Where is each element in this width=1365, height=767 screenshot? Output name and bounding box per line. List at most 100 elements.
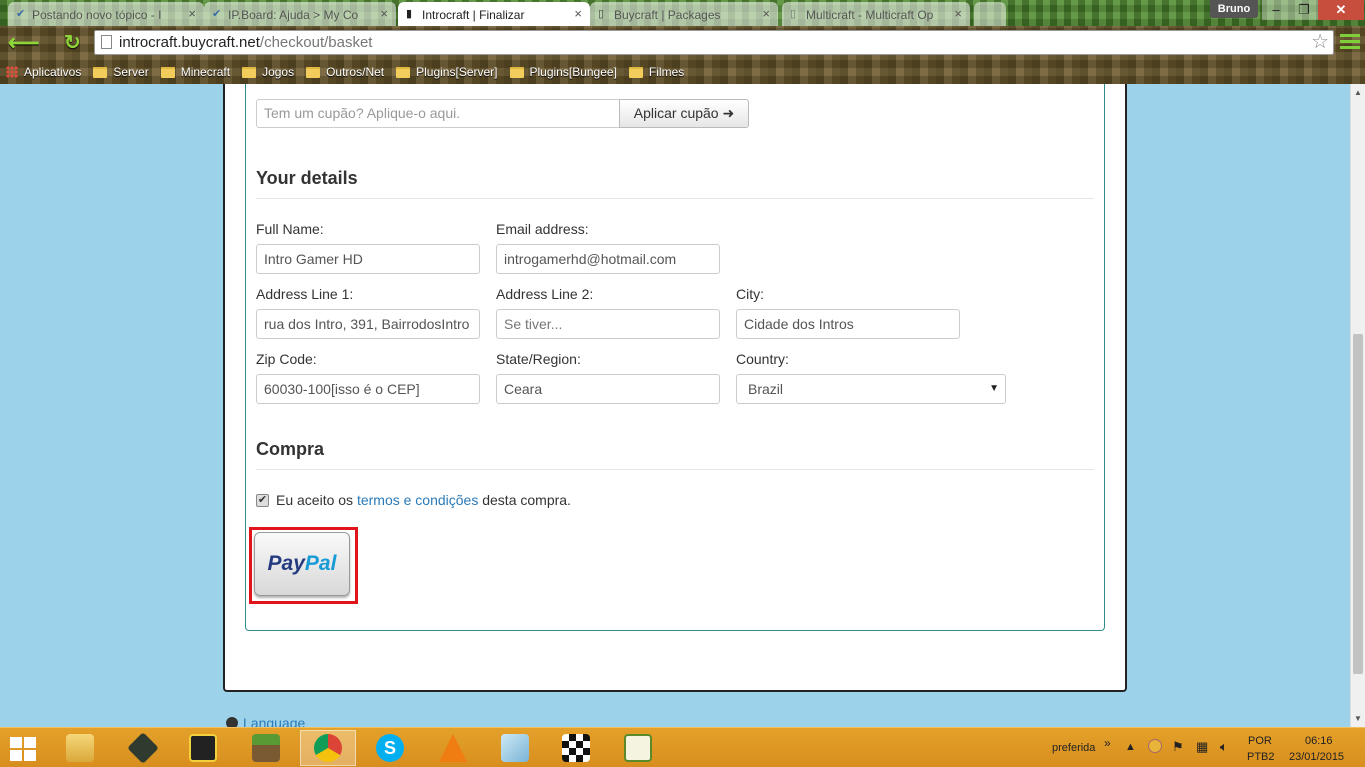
bookmark-plugins-server[interactable]: Plugins[Server] — [396, 65, 498, 79]
stats-icon[interactable] — [175, 730, 231, 766]
language-label: Language — [243, 715, 306, 727]
reload-icon[interactable]: ↻ — [64, 32, 86, 54]
bookmark-minecraft[interactable]: Minecraft — [160, 65, 231, 79]
show-hidden-icons[interactable]: ▲ — [1125, 741, 1136, 753]
compra-heading: Compra — [256, 439, 325, 459]
bookmark-label: Outros/Net — [326, 65, 385, 79]
bookmark-plugins-bungee[interactable]: Plugins[Bungee] — [509, 65, 617, 79]
tab-title: IP.Board: Ajuda > My Co — [228, 8, 359, 22]
coupon-input[interactable]: Tem um cupão? Aplique-o aqui. — [256, 99, 620, 128]
checkout-form-panel — [245, 84, 1105, 631]
apps-icon — [6, 66, 18, 78]
vertical-scrollbar[interactable]: ▲ ▼ — [1350, 84, 1365, 727]
page-icon: ▯ — [790, 8, 797, 20]
folder-icon — [242, 66, 257, 78]
paypal-logo-pal: Pal — [304, 552, 337, 575]
forum-icon: ✔ — [212, 8, 222, 20]
tray-label[interactable]: preferida — [1052, 742, 1095, 754]
chrome-icon[interactable] — [300, 730, 356, 766]
chevron-right-icon[interactable]: » — [1104, 736, 1111, 750]
close-icon[interactable]: × — [380, 6, 388, 21]
url-domain: introcraft.buycraft.net — [119, 34, 260, 51]
page-icon — [101, 35, 112, 49]
language-link[interactable]: Language — [226, 715, 305, 727]
flag-icon[interactable]: ⚑ — [1172, 739, 1184, 755]
your-details-heading: Your details — [256, 168, 358, 188]
buycraft-icon: ▮ — [406, 8, 413, 20]
close-icon[interactable]: × — [574, 6, 582, 21]
scroll-thumb[interactable] — [1353, 334, 1363, 674]
bookmarks-bar: Aplicativos Server Minecraft Jogos Outro… — [0, 60, 1365, 84]
close-window-button[interactable]: ✕ — [1318, 0, 1364, 20]
city-field[interactable]: Cidade dos Intros — [736, 309, 960, 339]
star-icon[interactable]: ☆ — [1311, 31, 1329, 53]
apply-coupon-button[interactable]: Aplicar cupão ➜ — [619, 99, 749, 128]
tab-buycraft[interactable]: ▯ Buycraft | Packages × — [590, 2, 778, 26]
terms-link[interactable]: termos e condições — [357, 492, 478, 508]
address1-field[interactable]: rua dos Intro, 391, BairrodosIntro — [256, 309, 480, 339]
close-icon[interactable]: × — [762, 6, 770, 21]
minecraft-icon[interactable] — [238, 730, 294, 766]
forum-icon: ✔ — [16, 8, 26, 20]
minimize-button[interactable]: – — [1262, 0, 1290, 20]
page-viewport: Tem um cupão? Aplique-o aqui. Aplicar cu… — [0, 84, 1350, 727]
close-icon[interactable]: × — [188, 6, 196, 21]
vlc-icon[interactable] — [425, 730, 481, 766]
app-icon[interactable] — [548, 730, 604, 766]
file-explorer-icon[interactable] — [52, 730, 108, 766]
tab-title: Multicraft - Multicraft Op — [806, 8, 934, 22]
menu-icon[interactable] — [1340, 34, 1360, 52]
zip-field[interactable]: 60030-100[isso é o CEP] — [256, 374, 480, 404]
country-select[interactable]: Brazil ▼ — [736, 374, 1006, 404]
bookmark-outros[interactable]: Outros/Net — [306, 65, 384, 79]
scroll-down-icon[interactable]: ▼ — [1354, 714, 1362, 723]
bookmark-jogos[interactable]: Jogos — [242, 65, 294, 79]
paypal-logo-pay: Pay — [267, 552, 305, 575]
tab-introcraft[interactable]: ▮ Introcraft | Finalizar × — [398, 2, 590, 26]
address2-field[interactable]: Se tiver... — [496, 309, 720, 339]
close-icon[interactable]: × — [954, 6, 962, 21]
bookmark-label: Aplicativos — [24, 65, 82, 79]
new-tab-button[interactable] — [974, 2, 1006, 26]
tab-multicraft[interactable]: ▯ Multicraft - Multicraft Op × — [782, 2, 970, 26]
notepad-icon[interactable] — [487, 730, 543, 766]
buycraft-icon: ▯ — [598, 8, 605, 20]
bookmark-label: Filmes — [648, 65, 685, 79]
editor-icon[interactable] — [610, 730, 666, 766]
full-name-field[interactable]: Intro Gamer HD — [256, 244, 480, 274]
folder-icon — [160, 66, 175, 78]
back-icon[interactable]: ⟵ — [8, 32, 40, 54]
address-bar[interactable]: introcraft.buycraft.net/checkout/basket … — [94, 30, 1334, 55]
scroll-up-icon[interactable]: ▲ — [1354, 88, 1362, 97]
terms-prefix: Eu aceito os — [276, 492, 357, 508]
bookmark-aplicativos[interactable]: Aplicativos — [6, 65, 81, 79]
language-indicator-top[interactable]: POR — [1248, 735, 1272, 747]
clock-time[interactable]: 06:16 — [1305, 735, 1333, 747]
skype-icon[interactable]: S — [362, 730, 418, 766]
bookmark-server[interactable]: Server — [93, 65, 149, 79]
notification-icon[interactable] — [1148, 739, 1162, 753]
clock-date[interactable]: 23/01/2015 — [1289, 751, 1344, 763]
tab-postando[interactable]: ✔ Postando novo tópico - I × — [8, 2, 204, 26]
terminal-icon[interactable] — [115, 730, 171, 766]
terms-checkbox[interactable]: ✔ — [256, 494, 269, 507]
tab-ipboard[interactable]: ✔ IP.Board: Ajuda > My Co × — [204, 2, 396, 26]
tab-title: Introcraft | Finalizar — [422, 8, 525, 22]
state-field[interactable]: Ceara — [496, 374, 720, 404]
browser-chrome: ✔ Postando novo tópico - I × ✔ IP.Board:… — [0, 0, 1365, 84]
profile-name[interactable]: Bruno — [1210, 0, 1258, 18]
volume-icon[interactable]: 🔈︎ — [1220, 739, 1228, 755]
network-icon[interactable]: ▦ — [1196, 739, 1208, 755]
language-indicator-bottom[interactable]: PTB2 — [1247, 751, 1275, 763]
state-label: State/Region: — [496, 351, 581, 367]
restore-button[interactable]: ❐ — [1290, 0, 1318, 20]
chevron-down-icon: ▼ — [989, 383, 999, 394]
bookmark-label: Minecraft — [180, 65, 231, 79]
bookmark-label: Server — [113, 65, 149, 79]
paypal-button[interactable]: PayPal — [254, 532, 350, 596]
bookmark-filmes[interactable]: Filmes — [628, 65, 685, 79]
email-field[interactable]: introgamerhd@hotmail.com — [496, 244, 720, 274]
windows-start-icon[interactable] — [10, 737, 38, 761]
divider — [256, 469, 1094, 470]
bookmark-label: Plugins[Bungee] — [529, 65, 617, 79]
